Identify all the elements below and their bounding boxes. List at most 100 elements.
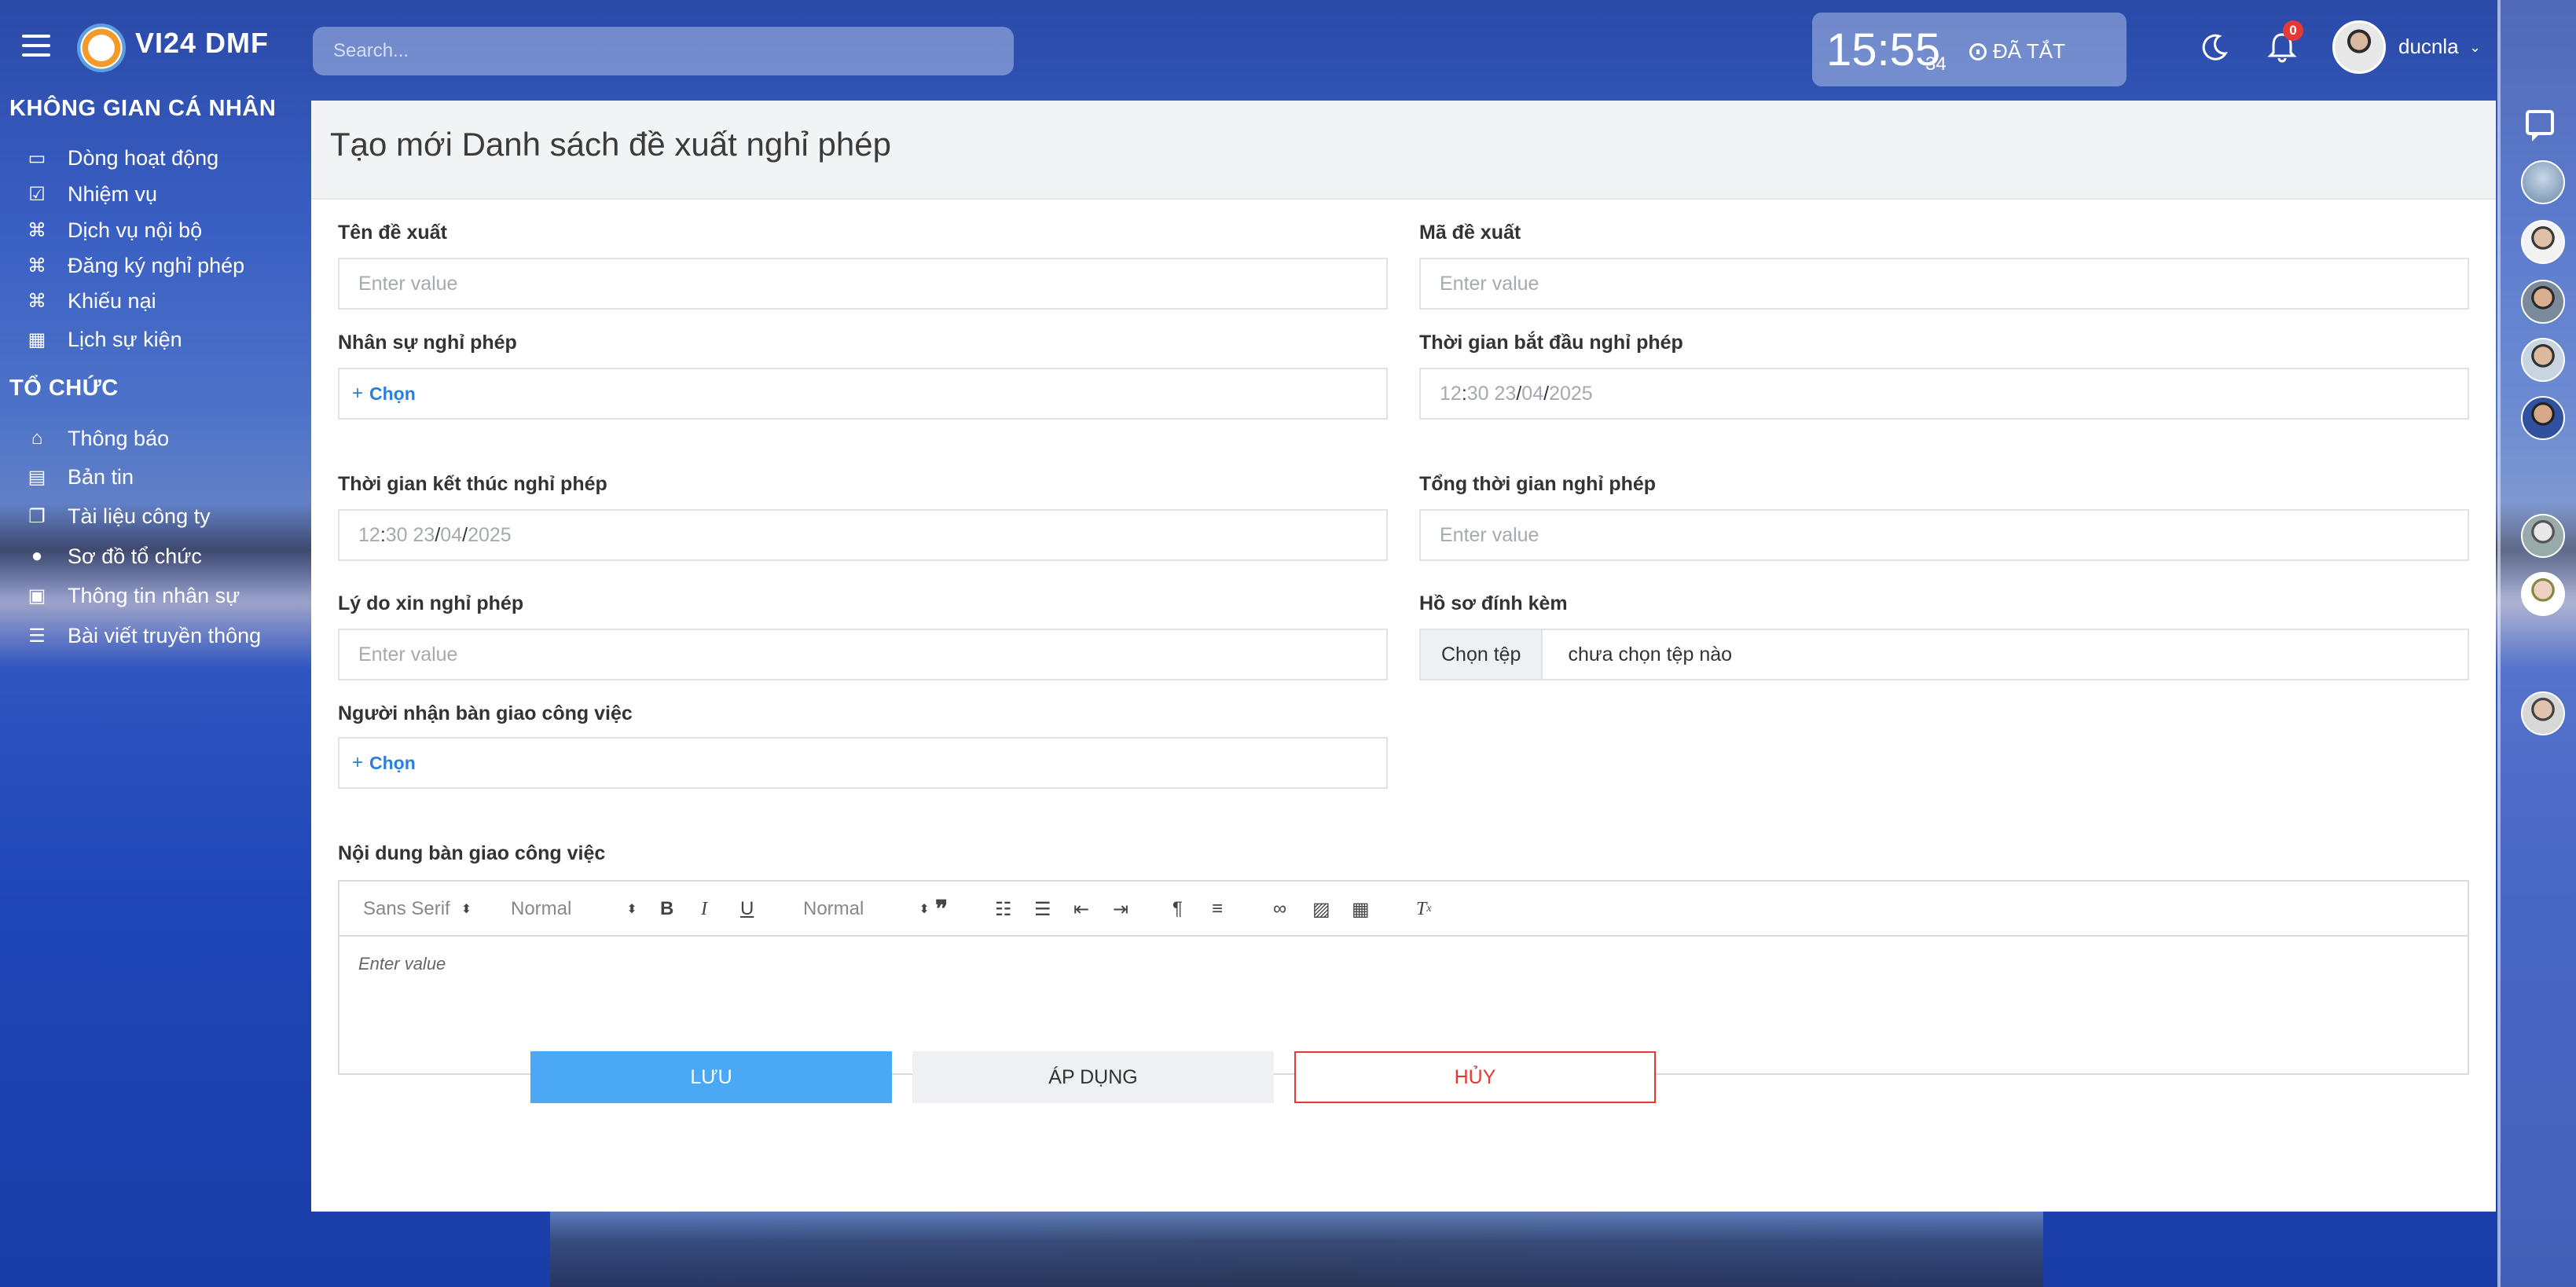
sidebar-item-company-docs[interactable]: ❐ Tài liệu công ty bbox=[27, 500, 211, 532]
sidebar-item-leave-registration[interactable]: ⌘ Đăng ký nghỉ phép bbox=[27, 250, 244, 281]
employee-picker[interactable]: + Chọn bbox=[338, 368, 1388, 420]
indent-icon[interactable]: ⇥ bbox=[1113, 896, 1128, 922]
editor-toolbar: Sans Serif ⬍ Normal ⬍ B I U Normal ⬍ ❞ ☷ ☰ … bbox=[339, 882, 2468, 937]
clock-status-label: ĐÃ TẮT bbox=[1993, 39, 2065, 63]
contact-avatar[interactable] bbox=[2521, 514, 2565, 558]
dt-month: 04 bbox=[1521, 382, 1544, 405]
proposal-code-input[interactable] bbox=[1419, 258, 2469, 310]
sidebar-item-label: Tài liệu công ty bbox=[68, 504, 211, 528]
moon-icon[interactable] bbox=[2199, 31, 2230, 63]
sidebar-item-media-posts[interactable]: ☰ Bài viết truyền thông bbox=[27, 620, 261, 651]
clock-widget[interactable]: 15:55 34 ĐÃ TẮT bbox=[1812, 13, 2126, 86]
link-icon[interactable]: ∞ bbox=[1273, 896, 1286, 922]
editor-placeholder: Enter value bbox=[358, 954, 446, 974]
proposal-name-input[interactable] bbox=[338, 258, 1388, 310]
label-handover-content: Nội dung bàn giao công việc bbox=[338, 842, 606, 864]
notification-badge: 0 bbox=[2283, 20, 2303, 41]
sidebar-item-label: Bài viết truyền thông bbox=[68, 623, 262, 647]
power-icon bbox=[1969, 43, 1987, 60]
blockquote-icon[interactable]: ❞ bbox=[935, 896, 948, 922]
contact-avatar[interactable] bbox=[2521, 338, 2565, 382]
total-time-input[interactable] bbox=[1419, 509, 2469, 561]
dt-month: 04 bbox=[440, 523, 463, 546]
video-icon[interactable]: ▦ bbox=[1352, 896, 1370, 922]
ordered-list-icon[interactable]: ☷ bbox=[995, 896, 1012, 922]
command-icon: ⌘ bbox=[28, 219, 46, 241]
bold-icon[interactable]: B bbox=[660, 896, 673, 922]
sidebar-item-activity[interactable]: ▭ Dòng hoạt động bbox=[27, 142, 219, 174]
search-input[interactable] bbox=[313, 27, 1014, 75]
align-icon[interactable]: ≡ bbox=[1212, 896, 1223, 922]
sidebar-item-news[interactable]: ▤ Bản tin bbox=[27, 461, 134, 493]
app-brand[interactable]: VI24 DMF bbox=[135, 27, 269, 60]
outdent-icon[interactable]: ⇤ bbox=[1073, 896, 1089, 922]
text-direction-icon[interactable]: ¶ bbox=[1172, 896, 1183, 922]
dt-day: 23 bbox=[1494, 382, 1517, 405]
sidebar-item-events[interactable]: ▦ Lịch sự kiện bbox=[27, 324, 182, 355]
cancel-button[interactable]: HỦY bbox=[1294, 1051, 1656, 1103]
underline-icon[interactable]: U bbox=[740, 896, 754, 922]
sidebar-item-label: Khiếu nại bbox=[68, 288, 156, 313]
save-button[interactable]: LƯU bbox=[530, 1051, 892, 1103]
label-attachment: Hồ sơ đính kèm bbox=[1419, 592, 1568, 614]
end-time-input[interactable]: 12:30 23/04/2025 bbox=[338, 509, 1388, 561]
sidebar-item-internal-services[interactable]: ⌘ Dịch vụ nội bộ bbox=[27, 214, 202, 246]
attachment-file-input[interactable]: Chọn tệp chưa chọn tệp nào bbox=[1419, 629, 2469, 680]
dt-hour: 12 bbox=[1440, 382, 1462, 405]
sidebar-section-org: TỔ CHỨC bbox=[9, 376, 119, 401]
chevron-down-icon[interactable]: ⌄ bbox=[2469, 39, 2481, 56]
sidebar-item-tasks[interactable]: ☑ Nhiệm vụ bbox=[27, 178, 157, 210]
size-select[interactable]: Normal ⬍ bbox=[511, 896, 637, 922]
app-logo[interactable] bbox=[77, 24, 126, 72]
command-icon: ⌘ bbox=[28, 255, 46, 277]
rich-text-editor[interactable]: Sans Serif ⬍ Normal ⬍ B I U Normal ⬍ ❞ ☷ ☰ … bbox=[338, 880, 2469, 1075]
contact-avatar[interactable] bbox=[2521, 572, 2565, 616]
sidebar-item-org-chart[interactable]: ● Sơ đồ tổ chức bbox=[27, 541, 202, 572]
select-arrows-icon: ⬍ bbox=[626, 903, 637, 916]
sidebar-item-hr-info[interactable]: ▣ Thông tin nhân sự bbox=[27, 580, 240, 611]
checkbox-icon: ☑ bbox=[28, 183, 46, 205]
dt-hour: 12 bbox=[358, 523, 380, 546]
menu-icon[interactable] bbox=[22, 35, 50, 57]
font-select[interactable]: Sans Serif ⬍ bbox=[363, 896, 472, 922]
select-arrows-icon: ⬍ bbox=[919, 903, 930, 916]
sidebar-item-announcements[interactable]: ⌂ Thông báo bbox=[27, 423, 169, 454]
label-end-time: Thời gian kết thúc nghỉ phép bbox=[338, 473, 607, 495]
list-icon: ☰ bbox=[28, 625, 46, 647]
size-select-value: Normal bbox=[511, 898, 572, 919]
italic-icon[interactable]: I bbox=[701, 896, 707, 922]
contact-avatar[interactable] bbox=[2521, 220, 2565, 264]
sidebar-item-label: Lịch sự kiện bbox=[68, 327, 182, 351]
sidebar-item-complaints[interactable]: ⌘ Khiếu nại bbox=[27, 285, 156, 317]
username[interactable]: ducnla bbox=[2398, 35, 2459, 59]
sidebar-item-label: Dịch vụ nội bộ bbox=[68, 218, 203, 242]
bullet-list-icon[interactable]: ☰ bbox=[1034, 896, 1051, 922]
dt-year: 2025 bbox=[468, 523, 512, 546]
start-time-input[interactable]: 12:30 23/04/2025 bbox=[1419, 368, 2469, 420]
font-select-value: Sans Serif bbox=[363, 898, 450, 919]
contact-avatar[interactable] bbox=[2521, 691, 2565, 735]
dt-day: 23 bbox=[413, 523, 435, 546]
choose-file-button[interactable]: Chọn tệp bbox=[1421, 630, 1543, 679]
contact-avatar[interactable] bbox=[2521, 396, 2565, 440]
apply-button[interactable]: ÁP DỤNG bbox=[912, 1051, 1274, 1103]
right-rail bbox=[2497, 0, 2576, 1287]
dt-minute: 30 bbox=[385, 523, 408, 546]
select-arrows-icon: ⬍ bbox=[461, 903, 472, 916]
chat-icon[interactable] bbox=[2526, 110, 2554, 141]
org-chart-icon: ● bbox=[31, 545, 43, 566]
picker-label: Chọn bbox=[369, 752, 416, 773]
avatar[interactable] bbox=[2332, 20, 2386, 74]
sidebar-item-label: Sơ đồ tổ chức bbox=[68, 544, 202, 568]
heading-select[interactable]: Normal ⬍ bbox=[803, 896, 930, 922]
home-icon: ⌂ bbox=[31, 427, 43, 449]
handover-receiver-picker[interactable]: + Chọn bbox=[338, 737, 1388, 789]
contact-avatar[interactable] bbox=[2521, 280, 2565, 324]
dt-minute: 30 bbox=[1466, 382, 1489, 405]
label-proposal-name: Tên đề xuất bbox=[338, 222, 447, 244]
clear-format-icon[interactable]: Tx bbox=[1416, 896, 1432, 922]
reason-input[interactable] bbox=[338, 629, 1388, 680]
sidebar-item-label: Dòng hoạt động bbox=[68, 145, 219, 170]
contact-avatar[interactable] bbox=[2521, 160, 2565, 204]
image-icon[interactable]: ▨ bbox=[1312, 896, 1330, 922]
